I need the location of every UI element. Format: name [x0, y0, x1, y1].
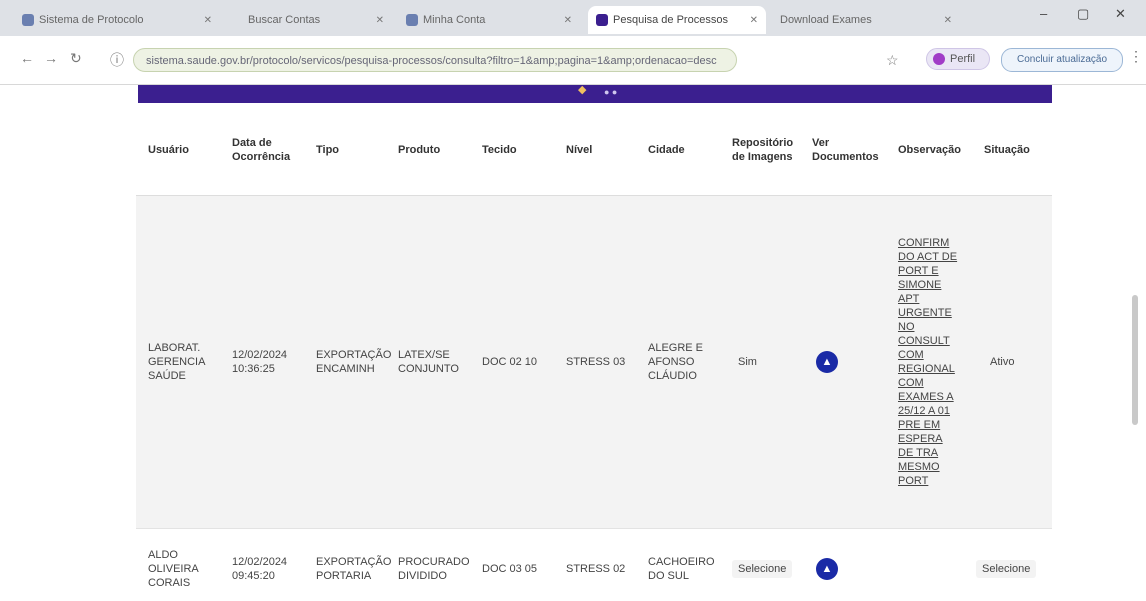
col-header[interactable]: Ver Documentos — [812, 105, 888, 195]
scrollbar-thumb[interactable] — [1132, 295, 1138, 425]
col-header[interactable]: Tipo — [316, 105, 386, 195]
cell-product: PROCURADO DIVIDIDO — [398, 556, 470, 582]
table-header: Usuário Data de Ocorrência Tipo Produto … — [136, 105, 1052, 196]
finish-update-button[interactable]: Concluir atualização — [1001, 48, 1123, 72]
col-header[interactable]: Produto — [398, 105, 468, 195]
cell-level: STRESS 03 — [566, 356, 626, 368]
tab-title: Download Exames — [780, 14, 872, 26]
tab-sistema[interactable]: Sistema de Protocolo ✕ — [14, 6, 220, 34]
back-icon[interactable]: ← — [20, 50, 34, 66]
profile-label: Perfil — [950, 53, 976, 65]
col-header[interactable]: Observação — [898, 105, 970, 195]
page-scrollbar[interactable] — [1128, 85, 1142, 601]
status-select-value: Selecione — [976, 560, 1037, 578]
status-select[interactable]: Ativo — [984, 196, 1044, 528]
view-documents-button[interactable]: ▲ — [816, 196, 856, 528]
tab-contas[interactable]: Buscar Contas ✕ — [240, 6, 392, 34]
close-icon[interactable]: ✕ — [750, 15, 758, 26]
favicon-icon — [406, 14, 418, 26]
cell-product: LATEX/SE CONJUNTO — [398, 349, 459, 375]
repo-select[interactable]: Sim — [732, 196, 802, 528]
avatar — [933, 53, 945, 65]
maximize-icon[interactable]: ▢ — [1077, 6, 1089, 22]
document-icon: ▲ — [816, 558, 838, 580]
forward-icon[interactable]: → — [44, 50, 58, 66]
address-toolbar: ← → ↻ ⓘ sistema.saude.gov.br/protocolo/s… — [0, 36, 1146, 85]
reload-icon[interactable]: ↻ — [70, 50, 82, 67]
tab-pesquisa-active[interactable]: Pesquisa de Processos ✕ — [588, 6, 766, 34]
cell-city: CACHOEIRO DO SUL — [648, 556, 715, 582]
tab-minha-conta[interactable]: Minha Conta ✕ — [398, 6, 580, 34]
cell-city: ALEGRE E AFONSO CLÁUDIO — [648, 342, 704, 382]
bookmark-star-icon[interactable]: ☆ — [886, 52, 899, 69]
repo-select[interactable]: Selecione — [732, 529, 808, 601]
col-header[interactable]: Nível — [566, 105, 626, 195]
view-documents-button[interactable]: ▲ — [816, 529, 856, 601]
minimize-icon[interactable]: – — [1040, 6, 1047, 21]
close-icon[interactable]: ✕ — [944, 15, 952, 26]
status-select[interactable]: Selecione — [976, 529, 1052, 601]
cell-user: ALDO OLIVEIRA CORAIS — [148, 549, 199, 589]
favicon-icon — [596, 14, 608, 26]
browser-tab-strip: Sistema de Protocolo ✕ Buscar Contas ✕ M… — [0, 0, 1146, 36]
col-header[interactable]: Situação — [984, 105, 1048, 195]
logo-mark-icon: ● ● — [604, 87, 618, 97]
table-row: LABORAT. GERENCIA SAÚDE 12/02/2024 10:36… — [136, 196, 1052, 529]
col-header[interactable]: Cidade — [648, 105, 720, 195]
col-header[interactable]: Repositório de Imagens — [732, 105, 804, 195]
cell-tissue: DOC 03 05 — [482, 563, 538, 575]
repo-select-value: Sim — [732, 353, 763, 371]
tab-title: Sistema de Protocolo — [39, 14, 144, 26]
cell-level: STRESS 02 — [566, 563, 626, 575]
favicon-icon — [22, 14, 34, 26]
close-window-icon[interactable]: ✕ — [1115, 6, 1126, 22]
tab-title: Pesquisa de Processos — [613, 14, 728, 26]
status-select-value: Ativo — [984, 353, 1021, 371]
cell-type: EXPORTAÇÃO ENCAMINH — [316, 349, 392, 375]
close-icon[interactable]: ✕ — [204, 15, 212, 26]
col-header[interactable]: Tecido — [482, 105, 552, 195]
site-info-icon[interactable]: ⓘ — [110, 50, 124, 70]
url-bar[interactable]: sistema.saude.gov.br/protocolo/servicos/… — [133, 48, 737, 72]
col-header[interactable]: Usuário — [148, 105, 226, 195]
header-banner: ◆ ● ● — [138, 85, 1052, 103]
tab-title: Buscar Contas — [248, 14, 321, 26]
cell-observation[interactable]: CONFIRM DO ACT DE PORT E SIMONE APT URGE… — [898, 196, 960, 528]
tab-download[interactable]: Download Exames ✕ — [772, 6, 960, 34]
results-table: Usuário Data de Ocorrência Tipo Produto … — [136, 105, 1052, 601]
repo-select-value: Selecione — [732, 560, 793, 578]
tab-title: Minha Conta — [423, 14, 486, 26]
logo-icon: ◆ — [578, 85, 587, 96]
cell-date: 12/02/2024 09:45:20 — [232, 556, 288, 582]
cell-user: LABORAT. GERENCIA SAÚDE — [148, 342, 205, 382]
profile-button[interactable]: Perfil — [926, 48, 990, 70]
cell-tissue: DOC 02 10 — [482, 356, 538, 368]
col-header[interactable]: Data de Ocorrência — [232, 105, 304, 195]
menu-kebab-icon[interactable]: ⋮ — [1129, 48, 1143, 65]
cell-date: 12/02/2024 10:36:25 — [232, 349, 288, 375]
page-content: ◆ ● ● Usuário Data de Ocorrência Tipo Pr… — [0, 85, 1146, 601]
cell-type: EXPORTAÇÃO PORTARIA — [316, 556, 392, 582]
close-icon[interactable]: ✕ — [564, 15, 572, 26]
cell-observation[interactable] — [898, 529, 960, 601]
close-icon[interactable]: ✕ — [376, 15, 384, 26]
document-icon: ▲ — [816, 351, 838, 373]
table-row: ALDO OLIVEIRA CORAIS 12/02/2024 09:45:20… — [136, 529, 1052, 601]
